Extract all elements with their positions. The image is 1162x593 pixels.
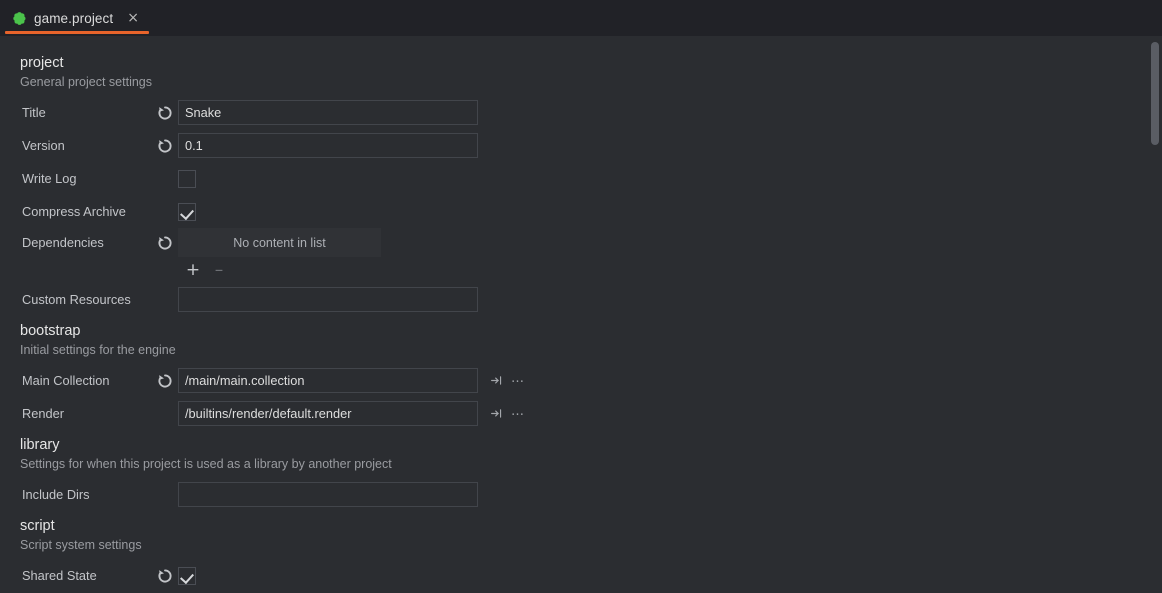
tab-bar: game.project × <box>0 0 1162 36</box>
reset-slot-dependencies <box>152 228 178 252</box>
browse-ellipsis-button-render[interactable]: … <box>508 404 528 424</box>
setting-row-version: Version <box>0 129 1162 162</box>
tab-active-indicator <box>5 31 149 34</box>
input-main-collection[interactable] <box>178 368 478 393</box>
input-custom-resources[interactable] <box>178 287 478 312</box>
setting-label-title: Title <box>22 105 46 120</box>
checkbox-shared-state[interactable] <box>178 566 196 585</box>
project-settings-pane: project General project settings Title Vers… <box>0 36 1162 593</box>
setting-row-shared-state: Shared State <box>0 559 1162 592</box>
setting-row-include-dirs: Include Dirs <box>0 478 1162 511</box>
close-icon[interactable]: × <box>124 9 142 27</box>
setting-row-compress-archive: Compress Archive <box>0 195 1162 228</box>
section-title-library: library <box>20 437 60 453</box>
list-empty-message-dependencies[interactable]: No content in list <box>178 228 381 257</box>
setting-row-title: Title <box>0 96 1162 129</box>
setting-label-main-collection: Main Collection <box>22 373 110 388</box>
tab-game-project[interactable]: game.project × <box>0 0 152 36</box>
list-widget-dependencies: No content in list + – <box>178 228 381 283</box>
settings-content: project General project settings Title Vers… <box>0 36 1162 592</box>
section-description-bootstrap: Initial settings for the engine <box>20 343 176 357</box>
reset-slot-main-collection <box>152 372 178 390</box>
setting-row-custom-resources: Custom Resources <box>0 283 1162 316</box>
input-include-dirs[interactable] <box>178 482 478 507</box>
reset-icon-title[interactable] <box>156 104 174 122</box>
reset-slot-title <box>152 104 178 122</box>
defold-project-icon <box>13 11 26 25</box>
reset-icon-shared-state[interactable] <box>156 567 174 585</box>
setting-label-compress-archive: Compress Archive <box>22 204 126 219</box>
setting-row-render: Render … <box>0 397 1162 430</box>
reset-icon-main-collection[interactable] <box>156 372 174 390</box>
setting-label-shared-state: Shared State <box>22 568 97 583</box>
path-actions-render: … <box>486 404 528 424</box>
jump-to-icon-main-collection[interactable] <box>486 371 506 391</box>
checkbox-write-log[interactable] <box>178 169 196 188</box>
setting-label-include-dirs: Include Dirs <box>22 487 90 502</box>
setting-label-write-log: Write Log <box>22 171 77 186</box>
section-title-bootstrap: bootstrap <box>20 323 81 339</box>
vertical-scrollbar[interactable] <box>1148 36 1162 593</box>
jump-to-icon-render[interactable] <box>486 404 506 424</box>
browse-ellipsis-button-main-collection[interactable]: … <box>508 371 528 391</box>
setting-row-write-log: Write Log <box>0 162 1162 195</box>
path-actions-main-collection: … <box>486 371 528 391</box>
setting-row-main-collection: Main Collection … <box>0 364 1162 397</box>
section-title-project: project <box>20 55 64 71</box>
input-version[interactable] <box>178 133 478 158</box>
setting-label-custom-resources: Custom Resources <box>22 292 131 307</box>
tab-label: game.project <box>34 10 114 26</box>
add-icon-dependencies[interactable]: + <box>183 260 203 280</box>
setting-row-dependencies: Dependencies No content in list + – <box>0 228 1162 283</box>
reset-slot-version <box>152 137 178 155</box>
remove-icon-dependencies[interactable]: – <box>209 260 229 280</box>
reset-slot-shared-state <box>152 567 178 585</box>
vertical-scrollbar-thumb[interactable] <box>1151 42 1159 145</box>
section-description-script: Script system settings <box>20 538 142 552</box>
input-render[interactable] <box>178 401 478 426</box>
section-title-script: script <box>20 518 55 534</box>
section-description-library: Settings for when this project is used a… <box>20 457 392 471</box>
checkbox-compress-archive[interactable] <box>178 202 196 221</box>
list-buttons-dependencies: + – <box>178 257 381 283</box>
reset-icon-version[interactable] <box>156 137 174 155</box>
setting-label-version: Version <box>22 138 65 153</box>
setting-label-dependencies: Dependencies <box>22 235 104 250</box>
setting-label-render: Render <box>22 406 64 421</box>
section-description-project: General project settings <box>20 75 153 89</box>
input-title[interactable] <box>178 100 478 125</box>
reset-icon-dependencies[interactable] <box>156 234 174 252</box>
